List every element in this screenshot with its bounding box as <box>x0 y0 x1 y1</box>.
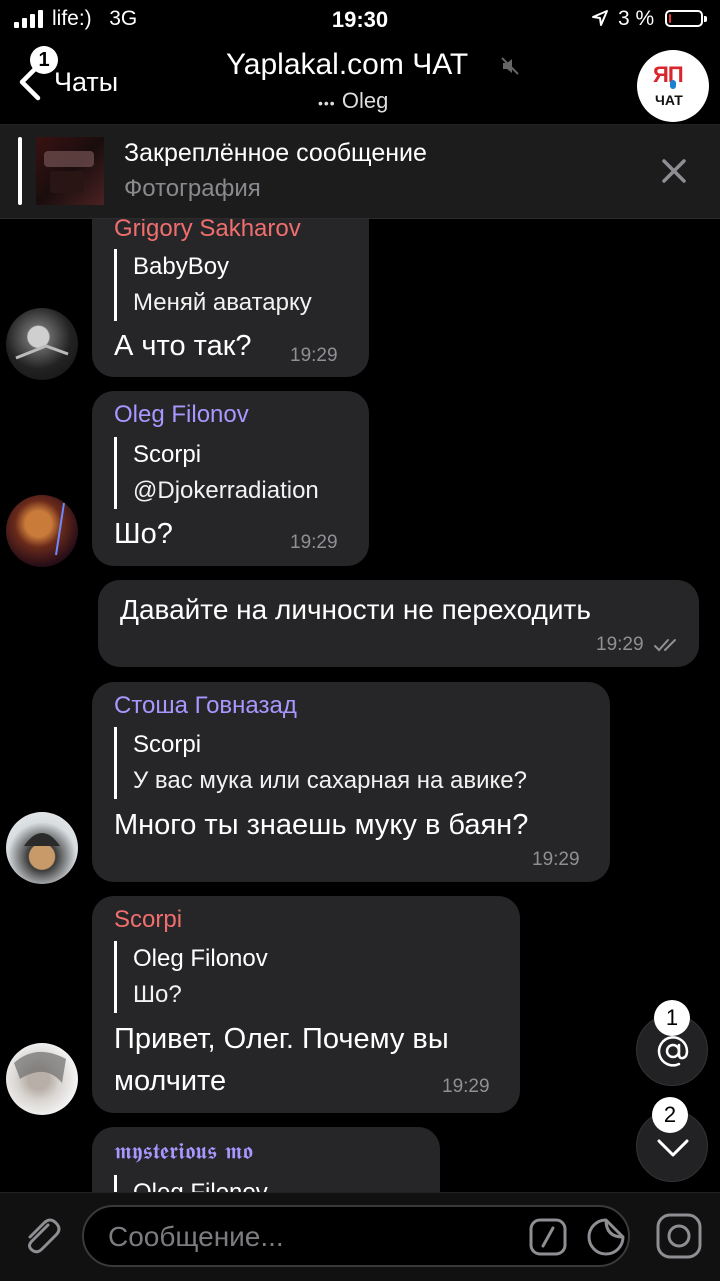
unread-count-badge: 2 <box>652 1097 688 1133</box>
sticker-icon[interactable] <box>586 1217 626 1257</box>
status-bar: life:) 3G 19:30 3 % <box>0 0 720 40</box>
pinned-photo-thumbnail <box>36 137 104 205</box>
avatar[interactable] <box>6 308 78 380</box>
reply-preview[interactable]: Oleg Filonov <box>114 1175 268 1192</box>
message-list[interactable]: Grigory Sakharov BabyBoy Меняй аватарку … <box>0 219 720 1192</box>
outgoing-message-bubble[interactable]: Давайте на личности не переходить 19:29 <box>98 580 699 667</box>
battery-icon <box>665 10 707 27</box>
avatar[interactable] <box>6 495 78 567</box>
camera-icon[interactable] <box>654 1211 704 1261</box>
message-time: 19:29 <box>596 634 644 655</box>
message-time: 19:29 <box>442 1076 490 1097</box>
sender-name[interactable]: Grigory Sakharov <box>114 219 301 243</box>
message-bubble[interactable]: 𝖒𝖞𝖘𝖙𝖊𝖗𝖎𝖔𝖚𝖘 𝖒𝖔 Oleg Filonov <box>92 1127 440 1192</box>
paperclip-icon[interactable] <box>18 1213 64 1259</box>
message-bubble[interactable]: Grigory Sakharov BabyBoy Меняй аватарку … <box>92 219 369 377</box>
reply-preview[interactable]: BabyBoy Меняй аватарку <box>114 249 312 321</box>
avatar[interactable] <box>6 1043 78 1115</box>
mentions-count-badge: 1 <box>654 1000 690 1036</box>
read-checkmarks-icon <box>654 639 676 652</box>
message-field-container[interactable] <box>82 1205 630 1267</box>
bot-commands-icon[interactable] <box>529 1218 567 1256</box>
sender-name[interactable]: Стоша Говназад <box>114 692 297 720</box>
at-sign-icon <box>657 1036 689 1067</box>
status-time: 19:30 <box>331 7 389 32</box>
chevron-down-icon <box>657 1139 689 1157</box>
message-text: А что так? <box>114 330 252 362</box>
location-arrow-icon <box>592 10 608 26</box>
message-bubble[interactable]: Стоша Говназад Scorpi У вас мука или сах… <box>92 682 610 882</box>
message-text: Привет, Олег. Почему вы молчите <box>114 1023 449 1097</box>
pinned-message-bar[interactable]: Закреплённое сообщение Фотография <box>0 125 720 219</box>
message-text: Шо? <box>114 518 173 550</box>
message-time: 19:29 <box>290 345 338 366</box>
message-input-bar <box>0 1192 720 1281</box>
pinned-indicator <box>18 137 22 205</box>
reply-preview[interactable]: Oleg Filonov Шо? <box>114 941 268 1013</box>
message-input[interactable] <box>106 1219 520 1255</box>
sender-name[interactable]: Scorpi <box>114 906 182 934</box>
reply-preview[interactable]: Scorpi @Djokerradiation <box>114 437 319 509</box>
pinned-subtitle: Фотография <box>124 175 261 202</box>
chat-avatar[interactable]: ЯП ЧАТ <box>637 50 709 122</box>
close-icon[interactable] <box>656 153 692 189</box>
message-time: 19:29 <box>532 849 580 870</box>
reply-preview[interactable]: Scorpi У вас мука или сахарная на авике? <box>114 727 527 799</box>
avatar[interactable] <box>6 812 78 884</box>
message-bubble[interactable]: Scorpi Oleg Filonov Шо? Привет, Олег. По… <box>92 896 520 1113</box>
chat-header: 1 Чаты Yaplakal.com ЧАТ ••• Oleg ЯП ЧАТ <box>0 40 720 125</box>
back-button[interactable]: Чаты <box>54 67 118 98</box>
battery-percent: 3 % <box>618 7 655 30</box>
sender-name[interactable]: 𝖒𝖞𝖘𝖙𝖊𝖗𝖎𝖔𝖚𝖘 𝖒𝖔 <box>114 1139 253 1165</box>
pinned-title: Закреплённое сообщение <box>124 139 427 167</box>
muted-icon <box>501 57 519 75</box>
chat-title[interactable]: Yaplakal.com ЧАТ <box>226 48 468 82</box>
message-text: Давайте на личности не переходить <box>120 594 591 625</box>
message-bubble[interactable]: Oleg Filonov Scorpi @Djokerradiation Шо?… <box>92 391 369 566</box>
message-time: 19:29 <box>290 532 338 553</box>
typing-indicator: ••• Oleg <box>318 88 389 113</box>
sender-name[interactable]: Oleg Filonov <box>114 401 249 429</box>
message-text: Много ты знаешь муку в баян? <box>114 809 529 841</box>
